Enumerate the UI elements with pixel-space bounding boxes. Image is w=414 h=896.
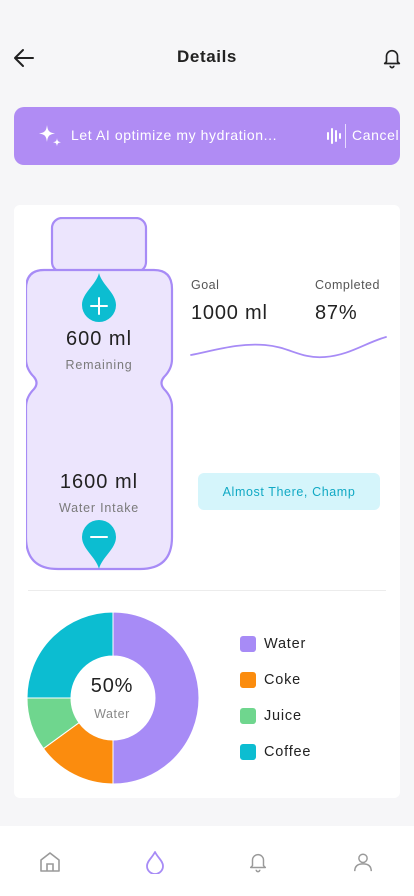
profile-icon bbox=[354, 853, 372, 872]
progress-wave bbox=[190, 336, 387, 359]
bell-icon bbox=[249, 854, 267, 873]
goal-value: 1000 ml bbox=[191, 302, 268, 324]
legend-swatch bbox=[240, 708, 256, 724]
ai-prompt-bar[interactable]: Let AI optimize my hydration... Cancel bbox=[14, 107, 400, 165]
header: Details bbox=[0, 0, 414, 110]
notifications-button[interactable] bbox=[376, 42, 408, 74]
legend-label: Juice bbox=[264, 708, 302, 724]
completed-value: 87% bbox=[315, 302, 358, 324]
legend-item-coffee: Coffee bbox=[240, 742, 311, 762]
goal-label: Goal bbox=[191, 278, 220, 292]
water-drop-icon bbox=[146, 851, 164, 874]
remaining-label: Remaining bbox=[65, 358, 133, 372]
divider bbox=[345, 124, 346, 148]
divider bbox=[28, 590, 386, 591]
tab-home[interactable] bbox=[36, 848, 64, 876]
ai-prompt-text: Let AI optimize my hydration... bbox=[71, 127, 278, 143]
status-badge: Almost There, Champ bbox=[198, 473, 380, 510]
drink-breakdown-donut bbox=[26, 611, 200, 785]
legend-item-coke: Coke bbox=[240, 670, 301, 690]
cancel-button[interactable]: Cancel bbox=[352, 127, 399, 143]
donut-center-label: Water bbox=[94, 707, 130, 721]
remaining-value: 600 ml bbox=[65, 328, 133, 350]
bell-icon bbox=[383, 49, 401, 69]
page-title: Details bbox=[177, 47, 237, 66]
voice-wave-icon[interactable] bbox=[326, 126, 342, 146]
legend-swatch bbox=[240, 636, 256, 652]
legend-swatch bbox=[240, 744, 256, 760]
tab-hydration[interactable] bbox=[141, 848, 169, 876]
tab-notifications[interactable] bbox=[244, 848, 272, 876]
intake-label: Water Intake bbox=[59, 501, 139, 515]
legend-item-water: Water bbox=[240, 634, 306, 654]
legend-swatch bbox=[240, 672, 256, 688]
legend-label: Coke bbox=[264, 672, 302, 688]
intake-value: 1600 ml bbox=[59, 471, 139, 493]
legend-label: Water bbox=[264, 636, 307, 652]
donut-center-value: 50% bbox=[90, 675, 134, 697]
bottom-tab-bar bbox=[0, 826, 414, 896]
hydration-card: 600 ml Remaining 1600 ml Water Intake Go… bbox=[14, 205, 400, 798]
donut-slice-water bbox=[112, 611, 200, 785]
sparkle-icon bbox=[39, 125, 61, 147]
tab-profile[interactable] bbox=[349, 848, 377, 876]
completed-label: Completed bbox=[315, 278, 380, 292]
home-icon bbox=[40, 852, 60, 872]
water-bottle bbox=[26, 217, 174, 571]
legend-item-juice: Juice bbox=[240, 706, 302, 726]
legend-label: Coffee bbox=[264, 744, 312, 760]
